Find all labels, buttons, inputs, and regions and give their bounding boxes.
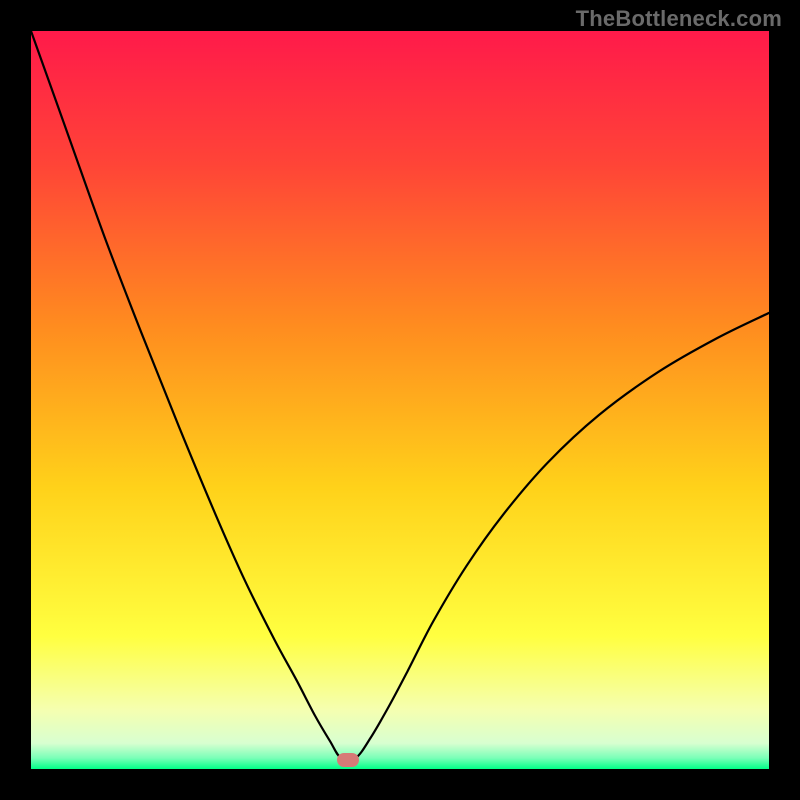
bottleneck-curve: [31, 31, 769, 769]
plot-area: [31, 31, 769, 769]
optimal-marker: [337, 753, 359, 767]
watermark-text: TheBottleneck.com: [576, 6, 782, 32]
chart-frame: TheBottleneck.com: [0, 0, 800, 800]
